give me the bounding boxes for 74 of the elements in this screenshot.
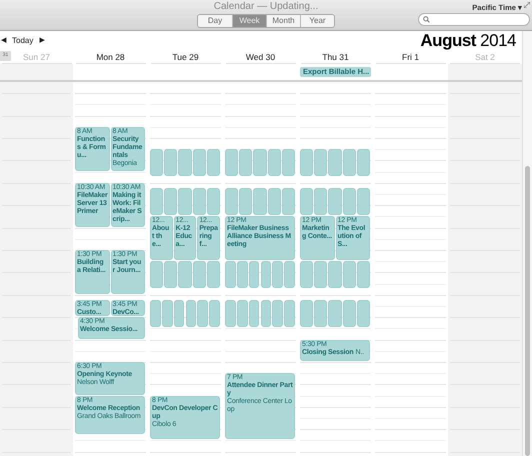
event-block[interactable] [248,300,260,328]
event-block[interactable] [192,149,206,176]
event-block[interactable] [253,149,267,176]
event-block[interactable] [314,300,328,328]
view-tab[interactable]: Year [300,15,334,27]
event-block[interactable] [328,188,342,216]
event-block[interactable] [236,261,248,288]
event-block[interactable] [178,188,192,216]
month-title: August 2014 [420,31,516,51]
event-block[interactable] [150,188,164,216]
event-block[interactable] [178,149,192,176]
event-block[interactable] [328,149,342,176]
event-block[interactable] [260,300,272,328]
event-block[interactable] [150,149,164,176]
view-tab[interactable]: Day [198,15,232,27]
event-block[interactable] [225,188,238,216]
event-block[interactable] [282,188,295,216]
event-block[interactable] [239,188,252,216]
event-block[interactable] [356,188,370,216]
event-block[interactable] [342,261,356,288]
event-block[interactable] [197,300,208,328]
today-button[interactable]: Today [12,35,34,47]
event-block[interactable] [356,261,370,288]
event-block[interactable] [282,149,295,176]
event-block[interactable] [342,149,356,176]
event-block[interactable] [206,149,220,176]
event-block[interactable] [164,149,178,176]
event-block[interactable] [150,261,164,288]
search-field[interactable] [418,13,530,26]
event-block[interactable] [284,300,295,328]
event-block[interactable] [225,149,238,176]
event-block[interactable] [192,261,206,288]
event-block[interactable] [356,300,370,328]
event-block[interactable] [356,149,370,176]
event-block[interactable] [268,188,281,216]
event-block[interactable] [272,261,284,288]
event-block[interactable] [225,300,236,328]
view-tab[interactable]: Month [266,15,300,27]
event-block[interactable] [164,188,178,216]
window-title: Calendar — Updating... [214,1,318,13]
event-block[interactable] [248,261,260,288]
event-block[interactable] [314,149,328,176]
event-block[interactable] [164,261,178,288]
event-block[interactable] [300,188,314,216]
event-block[interactable] [174,300,184,328]
event-block[interactable] [328,261,342,288]
event-block[interactable] [206,188,220,216]
event-block[interactable] [150,300,161,328]
event-block[interactable] [268,149,281,176]
event-block[interactable] [342,300,356,328]
event-block[interactable] [284,261,295,288]
event-block[interactable] [314,261,328,288]
event-block[interactable] [314,188,328,216]
event-block[interactable] [300,261,314,288]
event-block[interactable] [178,261,192,288]
event-block[interactable] [300,149,314,176]
scrollbar-thumb[interactable] [525,166,530,456]
event-block[interactable] [328,300,342,328]
fullscreen-icon[interactable] [524,2,530,8]
event-block[interactable] [236,300,248,328]
view-tab[interactable]: Week [232,15,266,27]
search-icon [423,16,430,23]
event-block[interactable] [162,300,173,328]
event-block[interactable] [209,300,220,328]
event-block[interactable] [342,188,356,216]
event-block[interactable] [239,149,252,176]
event-block[interactable] [186,300,196,328]
event-block[interactable] [253,188,267,216]
event-block[interactable] [225,261,236,288]
event-block[interactable] [300,300,314,328]
event-block[interactable] [206,261,220,288]
event-block[interactable] [192,188,206,216]
event-block[interactable] [260,261,272,288]
event-block[interactable] [272,300,284,328]
